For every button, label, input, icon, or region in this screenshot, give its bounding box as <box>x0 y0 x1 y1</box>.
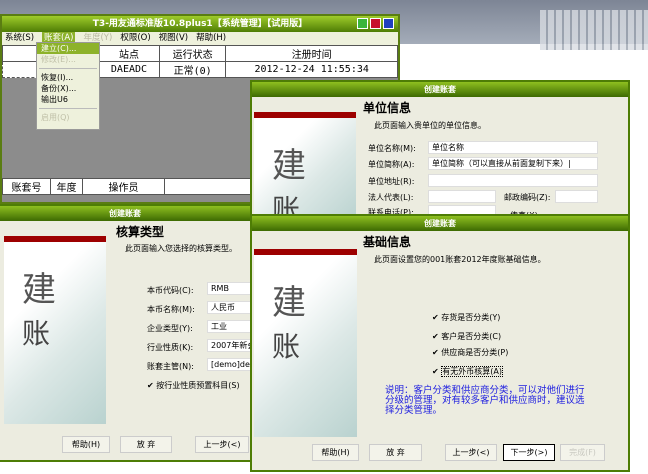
unit-name-input[interactable]: 单位名称 <box>428 141 598 154</box>
window-title: T3-用友通标准版10.8plus1【系统管理】【试用版】 <box>92 19 308 29</box>
preset-subjects-checkbox[interactable]: ✔ 按行业性质预置科目(S) <box>147 380 240 391</box>
account-dropdown-menu: 建立(C)... 修改(E)... 恢复(I)... 备份(X)... 输出U6… <box>36 42 100 130</box>
create-account-dialog-accounting-type: 创建账套 建账 核算类型 此页面输入您选择的核算类型。 本币代码(C): RMB… <box>0 204 257 462</box>
next-button[interactable]: 下一步(>) <box>503 444 555 461</box>
page-heading: 核算类型 <box>116 225 165 239</box>
preset-subjects-label: 按行业性质预置科目(S) <box>156 381 240 390</box>
page-subtitle: 此页面设置您的001账套2012年度账基础信息。 <box>374 255 546 264</box>
dialog-title: 创建账套 <box>252 216 628 231</box>
label-currency-name: 本币名称(M): <box>147 305 195 314</box>
postal-code-input[interactable] <box>555 190 598 203</box>
maximize-button[interactable] <box>370 18 381 29</box>
menu-permission[interactable]: 权限(O) <box>120 32 150 45</box>
unit-address-input[interactable] <box>428 174 598 187</box>
legal-rep-input[interactable] <box>428 190 496 203</box>
checkbox-label: 存货是否分类(Y) <box>441 313 501 322</box>
explanation-note: 说明：客户分类和供应商分类，可以对他们进行分级的管理，对有较多客户和供应商时，建… <box>385 385 585 416</box>
wizard-image: 建账 <box>254 249 357 437</box>
label-industry: 行业性质(K): <box>147 343 194 352</box>
title-bar: T3-用友通标准版10.8plus1【系统管理】【试用版】 <box>2 16 398 32</box>
cell-time: 2012-12-24 11:55:34 <box>225 61 398 78</box>
close-button[interactable] <box>383 18 394 29</box>
menu-item-enable[interactable]: 启用(Q) <box>37 112 99 123</box>
supplier-classify-checkbox[interactable]: ✔ 供应商是否分类(P) <box>432 347 508 358</box>
image-char-jian: 建 <box>272 146 306 186</box>
menu-item-backup[interactable]: 备份(X)... <box>37 83 99 94</box>
help-button[interactable]: 帮助(H) <box>312 444 359 461</box>
menu-divider <box>39 68 97 69</box>
page-subtitle: 此页面输入您选择的核算类型。 <box>125 244 237 253</box>
label-unit-address: 单位地址(R): <box>368 177 415 186</box>
label-currency-code: 本币代码(C): <box>147 286 194 295</box>
abandon-button[interactable]: 放 弃 <box>120 436 172 453</box>
image-char-jian: 建 <box>22 270 56 310</box>
menu-system[interactable]: 系统(S) <box>5 32 34 45</box>
dialog-title: 创建账套 <box>252 82 628 97</box>
previous-button[interactable]: 上一步(<) <box>195 436 249 453</box>
label-postal-code: 邮政编码(Z): <box>504 193 551 202</box>
checkbox-label: 供应商是否分类(P) <box>441 348 509 357</box>
checkbox-label: 客户是否分类(C) <box>441 332 502 341</box>
desktop-building-image <box>540 10 648 50</box>
abandon-button[interactable]: 放 弃 <box>369 444 422 461</box>
inventory-classify-checkbox[interactable]: ✔ 存货是否分类(Y) <box>432 312 500 323</box>
menu-item-export-u6[interactable]: 输出U6 <box>37 94 99 105</box>
foreign-currency-checkbox[interactable]: ✔ 有无外币核算(A) <box>432 366 503 377</box>
cell-status: 正常(0) <box>158 61 227 78</box>
menu-item-restore[interactable]: 恢复(I)... <box>37 72 99 83</box>
menu-item-modify[interactable]: 修改(E)... <box>37 54 99 65</box>
dialog-title: 创建账套 <box>0 206 250 221</box>
wizard-image: 建账 <box>4 236 106 424</box>
menu-item-create[interactable]: 建立(C)... <box>37 43 99 54</box>
help-button[interactable]: 帮助(H) <box>62 436 110 453</box>
page-heading: 单位信息 <box>363 101 412 115</box>
menu-view[interactable]: 视图(V) <box>159 32 188 45</box>
header-year: 年度 <box>50 178 83 195</box>
create-account-dialog-unit-info: 创建账套 建账 单位信息 此页面输入贵单位的单位信息。 单位名称(M): 单位名… <box>250 80 630 226</box>
wizard-image: 建账 <box>254 112 356 226</box>
minimize-button[interactable] <box>357 18 368 29</box>
menu-help[interactable]: 帮助(H) <box>196 32 226 45</box>
checkbox-label: 有无外币核算(A) <box>441 366 503 377</box>
page-heading: 基础信息 <box>363 235 412 249</box>
header-operator: 操作员 <box>82 178 165 195</box>
label-legal-rep: 法人代表(L): <box>368 193 414 202</box>
image-char-zhang: 账 <box>272 330 301 363</box>
image-char-zhang: 账 <box>22 317 51 350</box>
unit-short-name-input[interactable]: 单位简称（可以直接从前面复制下来）| <box>428 157 598 170</box>
header-status: 运行状态 <box>158 45 227 62</box>
previous-button[interactable]: 上一步(<) <box>445 444 497 461</box>
label-supervisor: 账套主管(N): <box>147 362 194 371</box>
customer-classify-checkbox[interactable]: ✔ 客户是否分类(C) <box>432 331 501 342</box>
header-site: 站点 <box>98 45 160 62</box>
finish-button[interactable]: 完成(F) <box>560 444 605 461</box>
label-enterprise-type: 企业类型(Y): <box>147 324 193 333</box>
header-register-time: 注册时间 <box>225 45 398 62</box>
label-unit-short: 单位简称(A): <box>368 160 415 169</box>
menu-divider <box>39 108 97 109</box>
cell-site: DAEADC <box>98 61 160 78</box>
page-subtitle: 此页面输入贵单位的单位信息。 <box>374 121 486 130</box>
create-account-dialog-basic-info: 创建账套 建账 基础信息 此页面设置您的001账套2012年度账基础信息。 ✔ … <box>250 214 630 472</box>
header-account-no: 账套号 <box>2 178 51 195</box>
label-unit-name: 单位名称(M): <box>368 144 416 153</box>
image-char-jian: 建 <box>272 283 306 323</box>
